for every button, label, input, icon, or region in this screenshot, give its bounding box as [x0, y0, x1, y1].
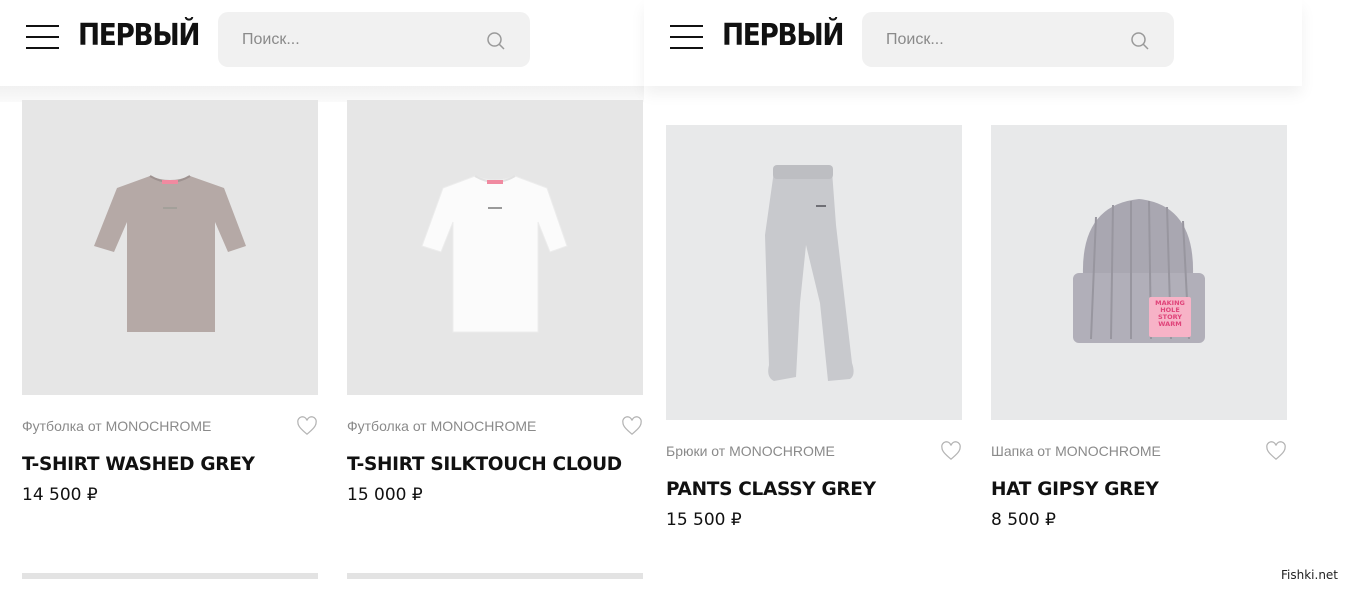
product-name[interactable]: T-SHIRT SILKTOUCH CLOUD	[347, 454, 622, 475]
product-name[interactable]: HAT GIPSY GREY	[991, 479, 1159, 500]
tshirt-image	[94, 175, 246, 332]
product-image[interactable]: MAKING HOLE STORY WARM	[991, 125, 1287, 420]
heart-icon[interactable]	[296, 416, 318, 436]
product-image[interactable]	[22, 100, 318, 395]
watermark: Fishki.net	[1281, 568, 1339, 582]
product-price: 14 500 ₽	[22, 485, 98, 505]
menu-icon[interactable]	[670, 22, 704, 52]
beanie-image	[1073, 199, 1205, 343]
heart-icon[interactable]	[940, 441, 962, 461]
search-icon[interactable]	[1130, 31, 1150, 51]
tshirt-image	[421, 175, 568, 333]
left-panel: ПЕРВЫЙ Футболка от MONOCHROME T-SHIRT WA…	[0, 0, 644, 589]
product-category: Шапка от MONOCHROME	[991, 443, 1161, 459]
product-price: 8 500 ₽	[991, 510, 1056, 530]
product-price: 15 500 ₽	[666, 510, 742, 530]
search-input[interactable]	[862, 12, 1122, 67]
product-name[interactable]: PANTS CLASSY GREY	[666, 479, 876, 500]
beanie-patch: MAKING HOLE STORY WARM	[1151, 300, 1189, 328]
next-card-edge	[347, 573, 643, 579]
site-header: ПЕРВЫЙ	[644, 0, 1302, 86]
product-category: Футболка от MONOCHROME	[347, 418, 537, 434]
heart-icon[interactable]	[1265, 441, 1287, 461]
pants-image	[765, 165, 854, 381]
site-logo[interactable]: ПЕРВЫЙ	[78, 18, 200, 53]
search-input[interactable]	[218, 12, 478, 67]
right-panel: ПЕРВЫЙ Брюки от MONOCHROME PANTS CLASSY …	[644, 0, 1302, 589]
heart-icon[interactable]	[621, 416, 643, 436]
site-header: ПЕРВЫЙ	[0, 0, 644, 86]
search-icon[interactable]	[486, 31, 506, 51]
product-category: Футболка от MONOCHROME	[22, 418, 212, 434]
menu-icon[interactable]	[26, 22, 60, 52]
next-card-edge	[22, 573, 318, 579]
product-image[interactable]	[347, 100, 643, 395]
product-image[interactable]	[666, 125, 962, 420]
search-box[interactable]	[862, 12, 1174, 67]
product-price: 15 000 ₽	[347, 485, 423, 505]
product-category: Брюки от MONOCHROME	[666, 443, 835, 459]
patch-text: WARM	[1158, 320, 1182, 328]
product-name[interactable]: T-SHIRT WASHED GREY	[22, 454, 255, 475]
site-logo[interactable]: ПЕРВЫЙ	[722, 18, 844, 53]
search-box[interactable]	[218, 12, 530, 67]
